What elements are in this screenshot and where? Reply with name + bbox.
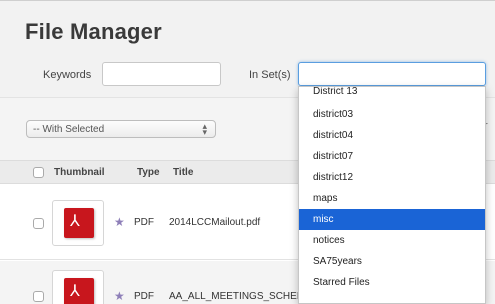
dropdown-option[interactable]: district03	[299, 104, 485, 125]
dropdown-option[interactable]: SA75years	[299, 251, 485, 272]
star-icon[interactable]: ★	[114, 289, 125, 303]
dropdown-option-selected[interactable]: misc	[299, 209, 485, 230]
dropdown-option[interactable]: district07	[299, 146, 485, 167]
in-set-label: In Set(s)	[249, 69, 291, 81]
keywords-input[interactable]	[102, 62, 221, 86]
file-title[interactable]: 2014LCCMailout.pdf	[169, 217, 260, 228]
file-thumbnail[interactable]: ⅄	[52, 200, 104, 246]
dropdown-option[interactable]: District 13	[299, 87, 485, 102]
dropdown-option[interactable]: maps	[299, 188, 485, 209]
dropdown-option[interactable]: notices	[299, 230, 485, 251]
select-all-checkbox[interactable]	[33, 167, 44, 178]
page-title: File Manager	[25, 19, 162, 44]
page-header: File Manager	[0, 0, 495, 58]
row-checkbox[interactable]	[33, 291, 44, 302]
type-header: Type	[137, 167, 160, 178]
keywords-label: Keywords	[43, 69, 92, 81]
dropdown-option[interactable]: district12	[299, 167, 485, 188]
row-checkbox[interactable]	[33, 218, 44, 229]
thumbnail-header: Thumbnail	[54, 167, 105, 178]
file-type: PDF	[134, 291, 154, 302]
in-set-input[interactable]	[298, 62, 486, 86]
title-header: Title	[173, 167, 194, 178]
with-selected-label: -- With Selected	[33, 124, 105, 135]
with-selected-select[interactable]: -- With Selected ▴ ▾	[26, 120, 216, 138]
in-set-dropdown[interactable]: District 13 district03 district04 distri…	[298, 86, 486, 304]
star-icon[interactable]: ★	[114, 215, 125, 229]
pdf-file-icon: ⅄	[64, 278, 94, 304]
select-arrows-icon: ▴ ▾	[202, 121, 207, 137]
file-thumbnail[interactable]: ⅄	[52, 270, 104, 304]
dropdown-option[interactable]: district04	[299, 125, 485, 146]
pdf-file-icon: ⅄	[64, 208, 94, 238]
file-type: PDF	[134, 217, 154, 228]
dropdown-option[interactable]: Starred Files	[299, 272, 485, 293]
